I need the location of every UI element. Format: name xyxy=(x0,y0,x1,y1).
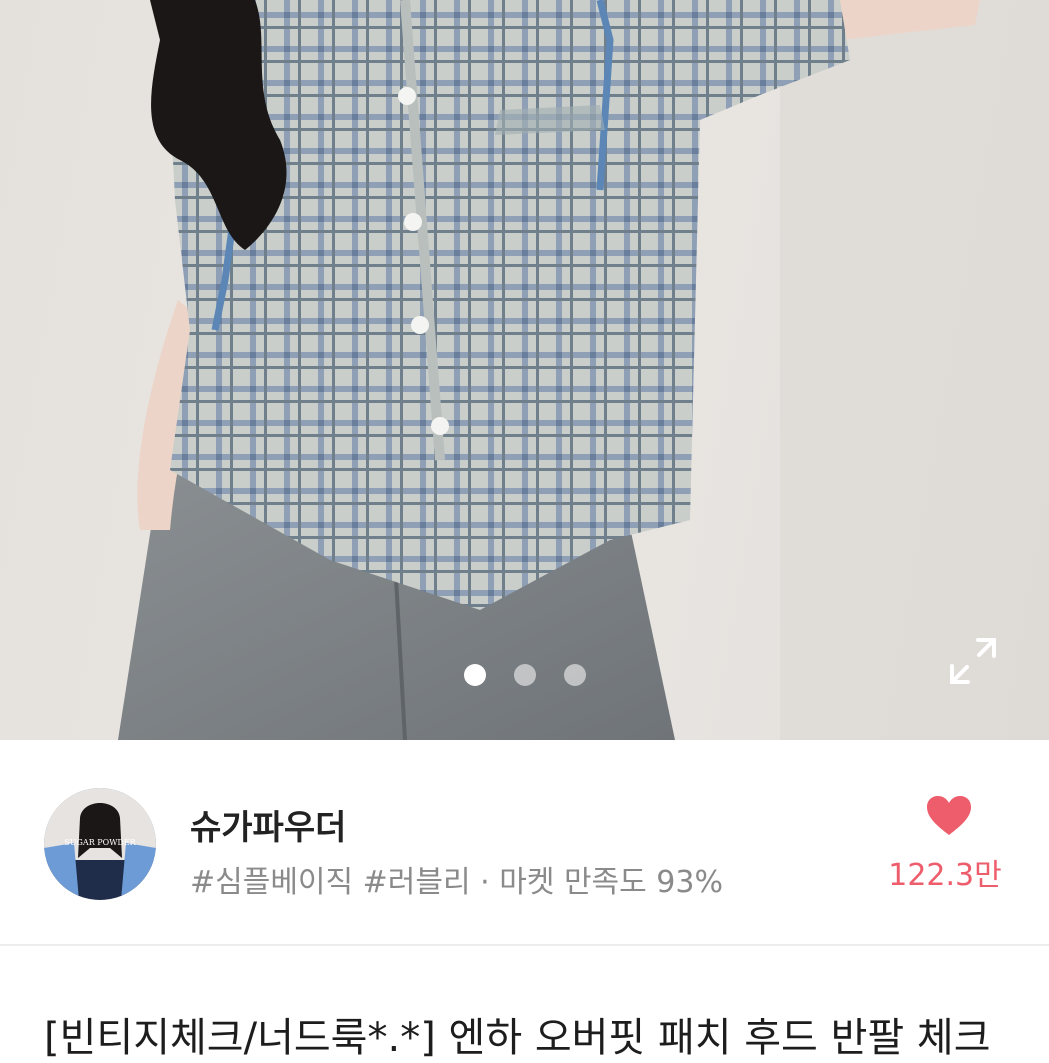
product-title: [빈티지체크/너드룩*.*] 엔하 오버핏 패치 후드 반팔 체크 xyxy=(44,1015,991,1061)
seller-name[interactable]: 슈가파우더 xyxy=(190,800,346,849)
carousel-dot-1[interactable] xyxy=(464,664,486,686)
carousel-dots xyxy=(464,664,586,686)
carousel-dot-2[interactable] xyxy=(514,664,536,686)
like-button[interactable] xyxy=(890,795,1008,841)
svg-text:SUGAR POWDER: SUGAR POWDER xyxy=(64,838,136,847)
carousel-dot-3[interactable] xyxy=(564,664,586,686)
like-count: 122.3만 xyxy=(888,858,1002,893)
seller-avatar[interactable]: SUGAR POWDER xyxy=(44,788,156,900)
seller-tags: #심플베이직 #러블리 · 마켓 만족도 93% xyxy=(190,865,723,900)
heart-icon xyxy=(927,796,971,835)
product-image-carousel[interactable] xyxy=(0,0,1049,740)
divider xyxy=(0,944,1049,946)
seller-section xyxy=(0,740,1049,945)
expand-icon[interactable] xyxy=(948,636,998,686)
product-photo xyxy=(118,0,1049,740)
